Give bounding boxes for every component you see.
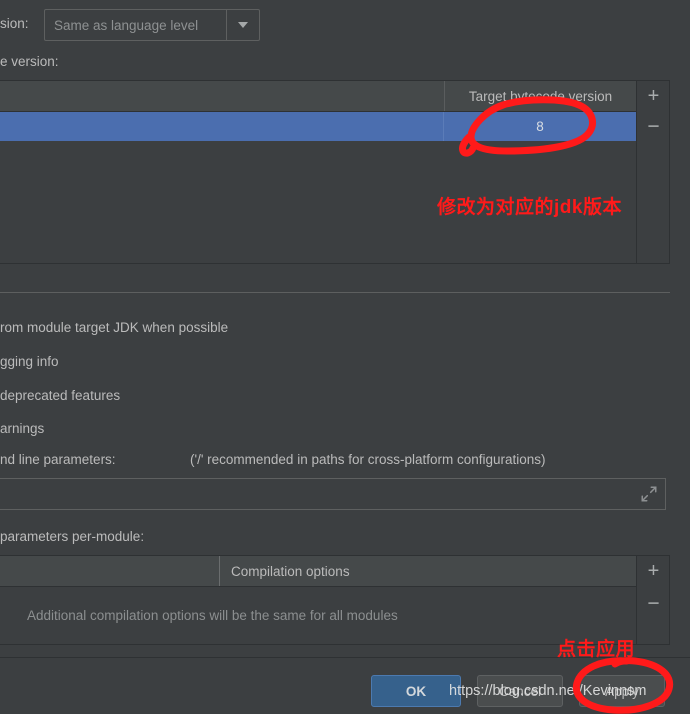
command-line-parameters-input[interactable] [0, 478, 666, 510]
additional-command-line-parameters-label: nd line parameters: [0, 452, 116, 467]
annotation-jdk-note: 修改为对应的jdk版本 [437, 197, 622, 218]
per-module-parameters-label: parameters per-module: [0, 529, 145, 544]
bytecode-version-combobox-value: Same as language level [54, 17, 199, 33]
compilation-options-empty-message: Additional compilation options will be t… [27, 608, 398, 623]
remove-compilation-option-button[interactable]: − [637, 588, 670, 618]
column-header-module[interactable] [0, 81, 444, 111]
cell-module[interactable] [0, 112, 444, 141]
annotation-circle-apply-button [572, 657, 674, 714]
bytecode-version-combobox[interactable]: Same as language level [44, 9, 260, 41]
option-use-compiler-from-module-target-jdk[interactable]: rom module target JDK when possible [0, 320, 228, 335]
chevron-down-glyph [238, 22, 248, 28]
command-line-hint: ('/' recommended in paths for cross-plat… [190, 452, 546, 467]
annotation-apply-note: 点击应用 [557, 639, 636, 660]
column-header-module[interactable] [0, 556, 219, 586]
bytecode-table-toolbar: + − [637, 80, 670, 264]
ok-button[interactable]: OK [371, 675, 461, 707]
compilation-options-table[interactable]: Compilation options [0, 555, 637, 645]
option-generate-debugging-info[interactable]: gging info [0, 354, 59, 369]
annotation-circle-bytecode-value [459, 96, 597, 157]
add-module-button[interactable]: + [637, 81, 670, 111]
bytecode-version-label: sion: [0, 16, 29, 31]
option-generate-no-warnings[interactable]: arnings [0, 421, 44, 436]
option-report-deprecated-features[interactable]: deprecated features [0, 388, 120, 403]
per-module-bytecode-label: e version: [0, 54, 59, 69]
remove-module-button[interactable]: − [637, 111, 670, 141]
table-header-row: Compilation options [0, 556, 636, 587]
chevron-down-icon[interactable] [226, 10, 259, 40]
add-compilation-option-button[interactable]: + [637, 556, 670, 586]
compilation-options-toolbar: + − [637, 555, 670, 645]
expand-diagonal-icon[interactable] [640, 485, 658, 503]
column-header-compilation-options[interactable]: Compilation options [219, 556, 636, 586]
section-divider [0, 292, 670, 293]
